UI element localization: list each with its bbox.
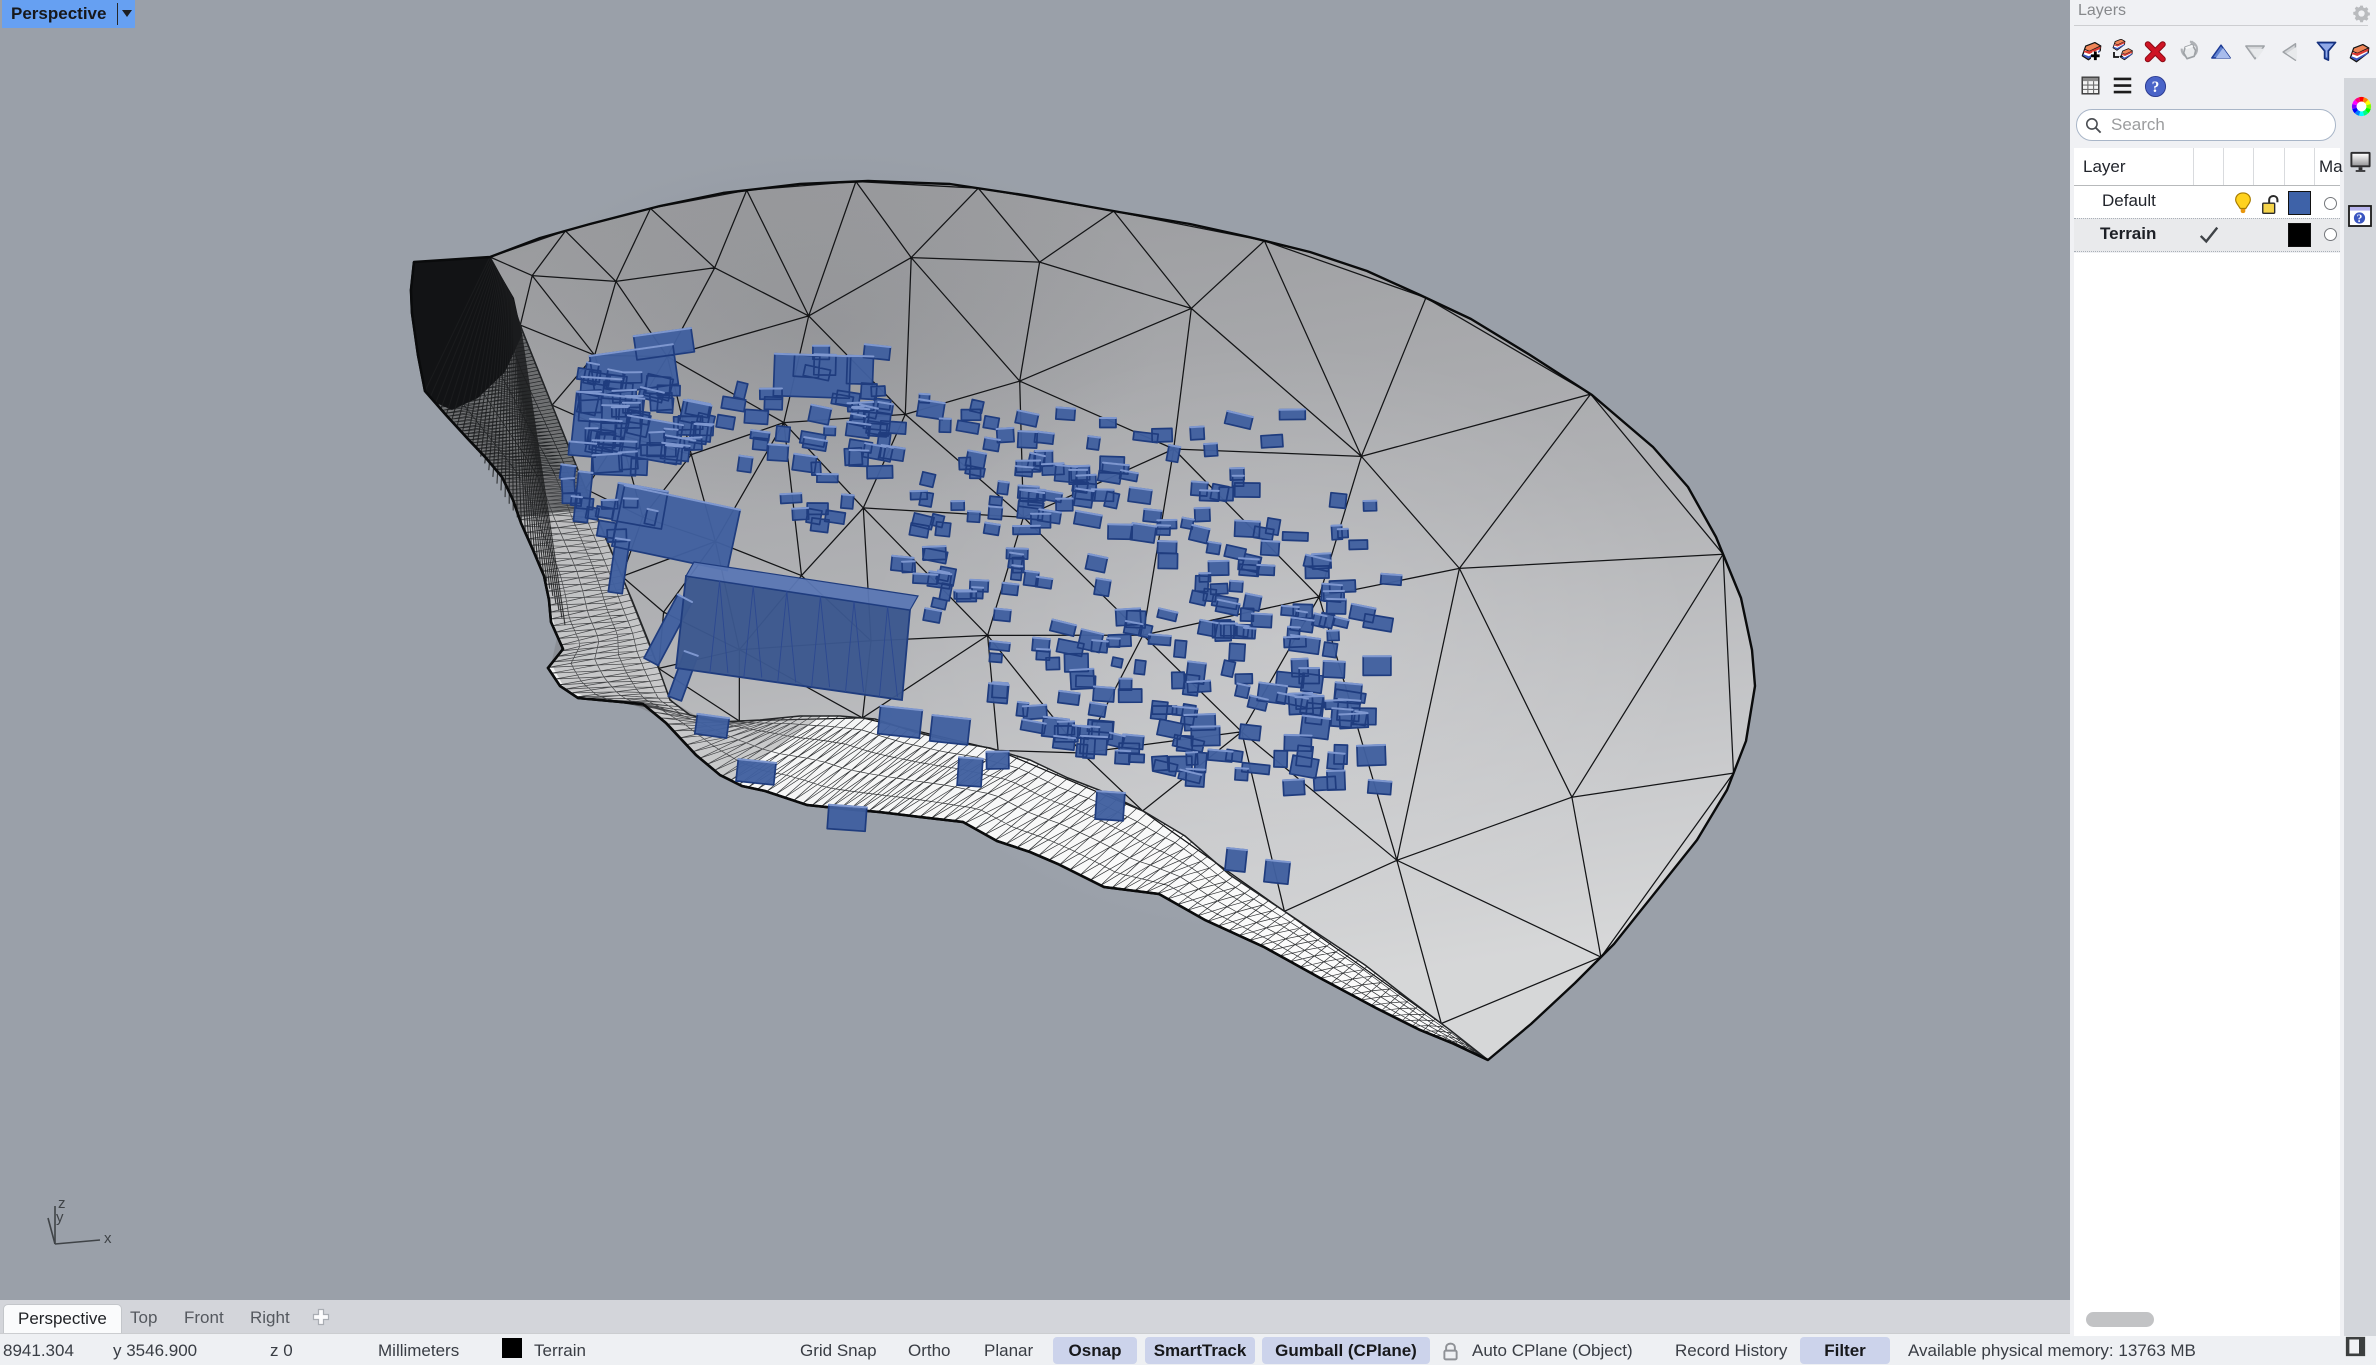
svg-text:?: ? [2357, 213, 2363, 225]
svg-text:?: ? [2152, 79, 2160, 96]
svg-text:x: x [104, 1230, 112, 1247]
svg-text:y: y [56, 1209, 64, 1226]
